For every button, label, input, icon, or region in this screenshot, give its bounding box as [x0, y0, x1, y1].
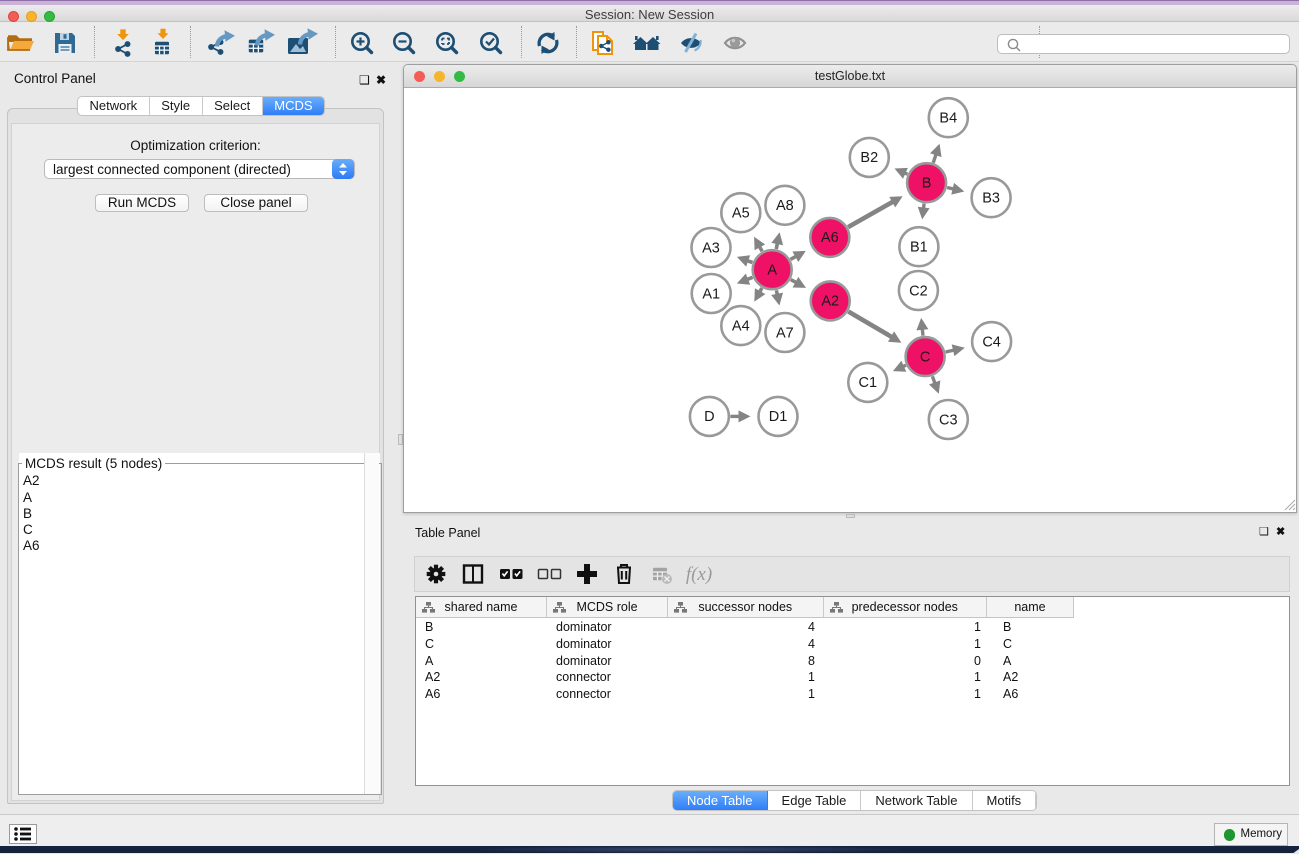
svg-text:C2: C2 — [909, 283, 928, 299]
svg-text:A3: A3 — [702, 240, 720, 256]
svg-text:A7: A7 — [776, 325, 794, 341]
svg-text:A6: A6 — [821, 230, 839, 246]
svg-text:D: D — [704, 409, 714, 425]
svg-text:B2: B2 — [860, 150, 878, 166]
svg-text:A8: A8 — [776, 198, 794, 214]
svg-text:D1: D1 — [769, 409, 788, 425]
svg-text:B1: B1 — [910, 240, 928, 256]
svg-text:A: A — [767, 263, 777, 279]
svg-text:B: B — [922, 176, 932, 192]
svg-text:A5: A5 — [732, 206, 750, 222]
svg-text:C3: C3 — [939, 412, 958, 428]
svg-text:C1: C1 — [859, 375, 878, 391]
svg-text:C: C — [920, 349, 930, 365]
svg-text:A2: A2 — [821, 294, 839, 310]
svg-text:B4: B4 — [939, 111, 957, 127]
svg-text:A1: A1 — [702, 286, 720, 302]
svg-text:f(x): f(x) — [686, 564, 712, 585]
svg-text:C4: C4 — [982, 334, 1001, 350]
svg-text:A4: A4 — [732, 318, 750, 334]
svg-text:B3: B3 — [982, 191, 1000, 207]
